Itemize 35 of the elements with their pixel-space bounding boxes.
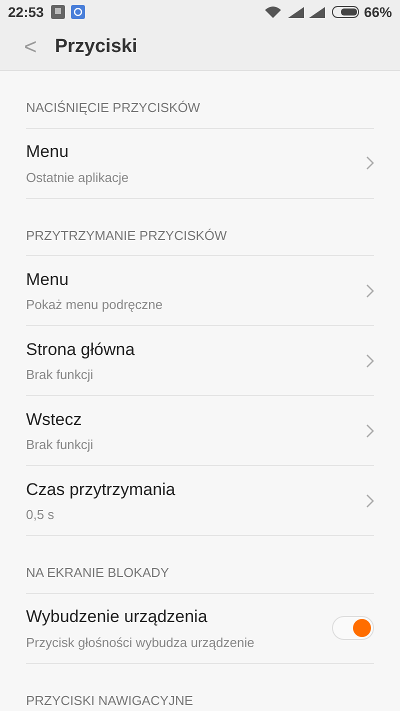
chevron-right-icon (366, 424, 374, 438)
row-subtitle: Brak funkcji (26, 436, 94, 454)
chevron-right-icon (366, 284, 374, 298)
row-title: Menu (26, 268, 70, 290)
row-subtitle: Przycisk głośności wybudza urządzenie (26, 634, 256, 652)
section-title: NACIŚNIĘCIE PRZYCISKÓW (26, 100, 200, 115)
settings-row[interactable]: Menu Pokaż menu podręczne (26, 256, 374, 326)
signal-icon (288, 6, 304, 18)
battery-icon (332, 6, 360, 18)
wifi-icon (264, 6, 281, 18)
signal-icon (308, 6, 325, 18)
row-subtitle: 0,5 s (26, 506, 56, 524)
row-title: Czas przytrzymania (26, 478, 176, 500)
settings-row[interactable]: Menu Ostatnie aplikacje (26, 128, 374, 198)
row-title: Wybudzenie urządzenia (26, 606, 208, 628)
clock: 22:53 (8, 2, 44, 22)
row-subtitle: Brak funkcji (26, 366, 94, 384)
chevron-right-icon (366, 156, 374, 170)
settings-row[interactable]: Czas przytrzymania 0,5 s (26, 466, 374, 536)
toggle-switch[interactable] (332, 616, 374, 640)
row-title: Menu (26, 141, 70, 163)
section-title: NA EKRANIE BLOKADY (26, 565, 170, 580)
row-title: Wstecz (26, 408, 83, 430)
row-subtitle: Ostatnie aplikacje (26, 168, 130, 187)
section-title: PRZYTRZYMANIE PRZYCISKÓW (26, 228, 227, 242)
battery-percent: 66% (364, 2, 392, 22)
settings-row[interactable]: Strona główna Brak funkcji (26, 326, 374, 396)
chevron-right-icon (366, 494, 374, 508)
settings-row[interactable]: Wybudzenie urządzenia Przycisk głośności wybudza urządzenie (26, 594, 374, 664)
row-title: Strona główna (26, 338, 136, 360)
row-subtitle: Pokaż menu podręczne (26, 296, 164, 314)
settings-row[interactable]: Wstecz Brak funkcji (26, 396, 374, 466)
page-title: Przyciski (54, 34, 138, 59)
chevron-right-icon (366, 354, 374, 368)
section-title: PRZYCISKI NAWIGACYJNE (26, 692, 194, 708)
